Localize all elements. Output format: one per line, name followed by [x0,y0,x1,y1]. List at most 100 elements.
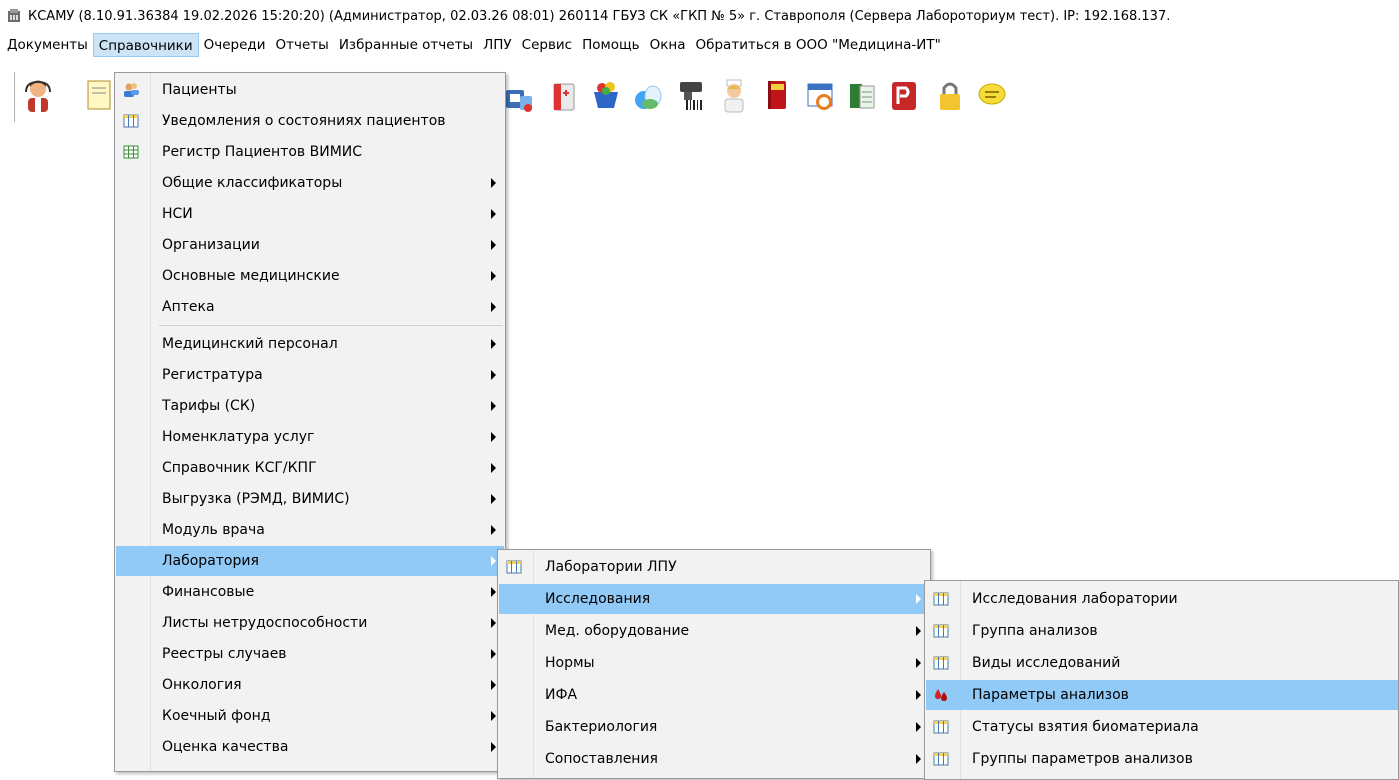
laboratoriya-item[interactable]: Сопоставления [499,744,929,774]
menu-favorite-reports[interactable]: Избранные отчеты [334,33,478,57]
grid-icon [122,112,140,130]
basket-icon[interactable] [590,78,622,114]
title-bar: КСАМУ (8.10.91.36384 19.02.2026 15:20:20… [0,0,1399,32]
submenu-arrow-icon [491,401,496,411]
spravochniki-item[interactable]: Регистратура [116,360,504,390]
laboratoriya-item[interactable]: Бактериология [499,712,929,742]
laboratoriya-item[interactable]: ИФА [499,680,929,710]
issledovaniya-item-label: Статусы взятия биоматериала [972,719,1199,735]
spravochniki-item-label: Уведомления о состояниях пациентов [162,113,446,129]
laboratoriya-item[interactable]: Лаборатории ЛПУ [499,552,929,582]
spravochniki-item[interactable]: Тарифы (СК) [116,391,504,421]
medicines-icon[interactable] [504,78,536,114]
submenu-laboratoriya: Лаборатории ЛПУ Исследования Мед. оборудов… [497,549,931,779]
lock-icon[interactable] [934,78,966,114]
spravochniki-item-label: Коечный фонд [162,708,271,724]
menu-reports[interactable]: Отчеты [271,33,334,57]
spravochniki-item[interactable]: Выгрузка (РЭМД, ВИМИС) [116,484,504,514]
laboratoriya-item-label: ИФА [545,687,578,703]
menu-spravochniki[interactable]: Справочники [92,33,199,57]
spravochniki-item[interactable]: Листы нетрудоспособности [116,608,504,638]
first-aid-icon[interactable] [548,78,580,114]
doctor-icon[interactable] [22,78,54,114]
spravochniki-item-label: Оценка качества [162,739,289,755]
spravochniki-item[interactable]: Лаборатория [116,546,504,576]
spravochniki-item-label: Медицинский персонал [162,336,338,352]
submenu-arrow-icon [491,525,496,535]
spravochniki-item[interactable]: Организации [116,230,504,260]
spravochniki-item[interactable]: Пациенты [116,75,504,105]
spravochniki-item[interactable]: Справочник КСГ/КПГ [116,453,504,483]
spravochniki-item[interactable]: Уведомления о состояниях пациентов [116,106,504,136]
pills-icon[interactable] [632,78,664,114]
calendar-clock-icon[interactable] [804,78,836,114]
spravochniki-item[interactable]: Регистр Пациентов ВИМИС [116,137,504,167]
issledovaniya-item[interactable]: Исследования лаборатории [926,584,1398,614]
menu-documents[interactable]: Документы [2,33,93,57]
menu-bar: Документы Справочники Очереди Отчеты Изб… [0,32,1399,58]
submenu-arrow-icon [491,271,496,281]
spravochniki-item[interactable]: Коечный фонд [116,701,504,731]
laboratoriya-item[interactable]: Мед. оборудование [499,616,929,646]
laboratoriya-item-label: Бактериология [545,719,658,735]
menu-queues[interactable]: Очереди [199,33,271,57]
spravochniki-item[interactable]: Онкология [116,670,504,700]
menu-windows[interactable]: Окна [645,33,691,57]
menu-service[interactable]: Сервис [517,33,577,57]
grid-icon [505,558,523,576]
submenu-arrow-icon [916,754,921,764]
toolbar-grip[interactable] [14,72,18,122]
spravochniki-item[interactable]: Оценка качества [116,732,504,762]
menu-contact[interactable]: Обратиться в ООО "Медицина-ИТ" [691,33,946,57]
spravochniki-item[interactable]: Номенклатура услуг [116,422,504,452]
grid-icon [932,718,950,736]
menu-spravochniki-dropdown: Пациенты Уведомления о состояниях пациент… [114,72,506,772]
app-icon [6,8,22,24]
window-title: КСАМУ (8.10.91.36384 19.02.2026 15:20:20… [28,8,1171,24]
grid-icon [932,622,950,640]
notepad-icon[interactable] [80,78,112,114]
spravochniki-item[interactable]: НСИ [116,199,504,229]
spravochniki-separator [159,325,503,326]
pdf-icon[interactable] [888,78,920,114]
submenu-arrow-icon [916,658,921,668]
barcode-scanner-icon[interactable] [676,78,708,114]
spravochniki-item[interactable]: Модуль врача [116,515,504,545]
issledovaniya-item[interactable]: Группа анализов [926,616,1398,646]
chat-icon[interactable] [976,78,1008,114]
nurse-icon[interactable] [718,78,750,114]
spravochniki-item[interactable]: Основные медицинские [116,261,504,291]
spravochniki-item[interactable]: Реестры случаев [116,639,504,669]
issledovaniya-item[interactable]: Группы параметров анализов [926,744,1398,774]
spravochniki-item-label: Финансовые [162,584,255,600]
spravochniki-item-label: Онкология [162,677,242,693]
menu-help[interactable]: Помощь [577,33,645,57]
issledovaniya-item[interactable]: Статусы взятия биоматериала [926,712,1398,742]
issledovaniya-item[interactable]: Параметры анализов [926,680,1398,710]
submenu-issledovaniya: Исследования лаборатории Группа анализов В… [924,580,1399,780]
laboratoriya-item[interactable]: Исследования [499,584,929,614]
submenu-arrow-icon [491,711,496,721]
spravochniki-item[interactable]: Финансовые [116,577,504,607]
spravochniki-item-label: Реестры случаев [162,646,287,662]
green-grid-icon [122,143,140,161]
red-book-icon[interactable] [760,78,792,114]
laboratoriya-item[interactable]: Нормы [499,648,929,678]
issledovaniya-item-label: Группа анализов [972,623,1098,639]
submenu-arrow-icon [916,722,921,732]
submenu-arrow-icon [491,618,496,628]
ledger-icon[interactable] [846,78,878,114]
menu-lpu[interactable]: ЛПУ [478,33,517,57]
spravochniki-item-label: НСИ [162,206,193,222]
issledovaniya-item-label: Исследования лаборатории [972,591,1178,607]
issledovaniya-item[interactable]: Виды исследований [926,648,1398,678]
submenu-arrow-icon [491,240,496,250]
spravochniki-item[interactable]: Медицинский персонал [116,329,504,359]
spravochniki-item[interactable]: Общие классификаторы [116,168,504,198]
patients-icon [122,81,140,99]
submenu-arrow-icon [491,494,496,504]
spravochniki-item-label: Тарифы (СК) [162,398,256,414]
spravochniki-item[interactable]: Аптека [116,292,504,322]
submenu-arrow-icon [491,463,496,473]
laboratoriya-item-label: Мед. оборудование [545,623,690,639]
